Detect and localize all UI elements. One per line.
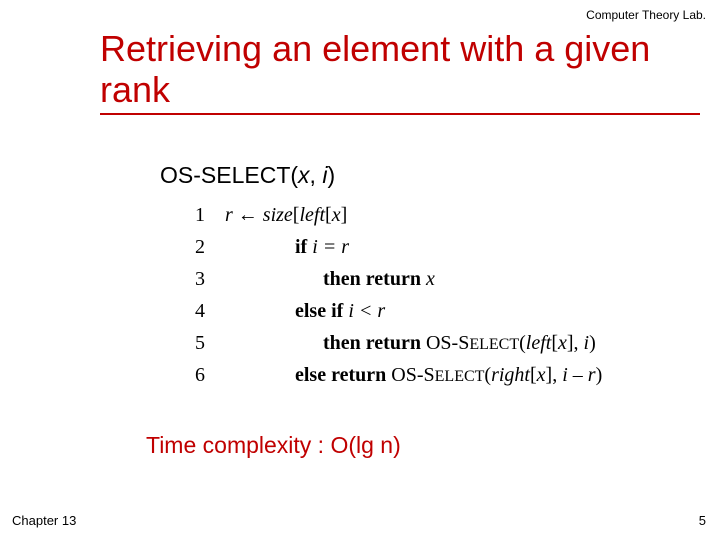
kw-elseif: else if: [295, 300, 348, 322]
var-left: left: [299, 204, 325, 226]
code-line-2: 2 if i = r: [195, 236, 602, 259]
code-line-1: 1r ← size[left[x]: [195, 204, 602, 227]
bracket: [: [530, 364, 537, 386]
time-complexity: Time complexity : O(lg n): [146, 432, 401, 459]
line-number: 5: [195, 332, 225, 355]
fn-open: (: [290, 162, 298, 188]
var-r: r: [225, 204, 233, 226]
fn-comma: ,: [310, 162, 323, 188]
fn-call-name1: OS-S: [426, 332, 469, 354]
code-line-4: 4 else if i < r: [195, 300, 602, 323]
var-x: x: [426, 268, 435, 290]
cond: i = r: [312, 236, 349, 258]
kw-then-return: then return: [323, 332, 426, 354]
var-right: right: [491, 364, 530, 386]
fn-name-part2: ELECT: [216, 162, 290, 188]
slide-title: Retrieving an element with a given rank: [100, 28, 700, 115]
page-number: 5: [699, 513, 706, 528]
code-line-6: 6else return OS-SELECT(right[x], i – r): [195, 364, 602, 387]
fn-name-part1: OS-S: [160, 162, 216, 188]
line-number: 1: [195, 204, 225, 227]
kw-then-return: then return: [323, 268, 426, 290]
fn-call-name1: OS-S: [391, 364, 434, 386]
fn-arg-x: x: [298, 162, 310, 188]
pseudocode-block: 1r ← size[left[x] 2if i = r 3then return…: [195, 204, 602, 396]
line-number: 6: [195, 364, 225, 387]
line-number: 3: [195, 268, 225, 291]
var-x: x: [558, 332, 567, 354]
bracket-comma: ],: [546, 364, 563, 386]
var-x: x: [537, 364, 546, 386]
line-number: 4: [195, 300, 225, 323]
fn-call-name2: ELECT: [469, 336, 519, 353]
paren: (: [519, 332, 526, 354]
var-x: x: [332, 204, 341, 226]
fn-close: ): [327, 162, 335, 188]
cond: i < r: [348, 300, 385, 322]
bracket-comma: ],: [567, 332, 584, 354]
bracket: [: [325, 204, 332, 226]
paren: ): [589, 332, 596, 354]
function-signature: OS-SELECT(x, i): [160, 162, 335, 189]
code-line-3: 3 then return x: [195, 268, 602, 291]
fn-call-name2: ELECT: [435, 368, 485, 385]
var-left: left: [526, 332, 552, 354]
bracket: ]: [341, 204, 348, 226]
lab-header: Computer Theory Lab.: [586, 8, 706, 22]
chapter-label: Chapter 13: [12, 513, 76, 528]
kw-if: if: [295, 236, 312, 258]
var-i-r: i – r: [562, 364, 595, 386]
kw-else-return: else return: [295, 364, 391, 386]
var-size: size: [263, 204, 293, 226]
bracket: [: [551, 332, 558, 354]
code-line-5: 5then return OS-SELECT(left[x], i): [195, 332, 602, 355]
line-number: 2: [195, 236, 225, 259]
arrow: ←: [233, 204, 263, 226]
paren: ): [596, 364, 603, 386]
